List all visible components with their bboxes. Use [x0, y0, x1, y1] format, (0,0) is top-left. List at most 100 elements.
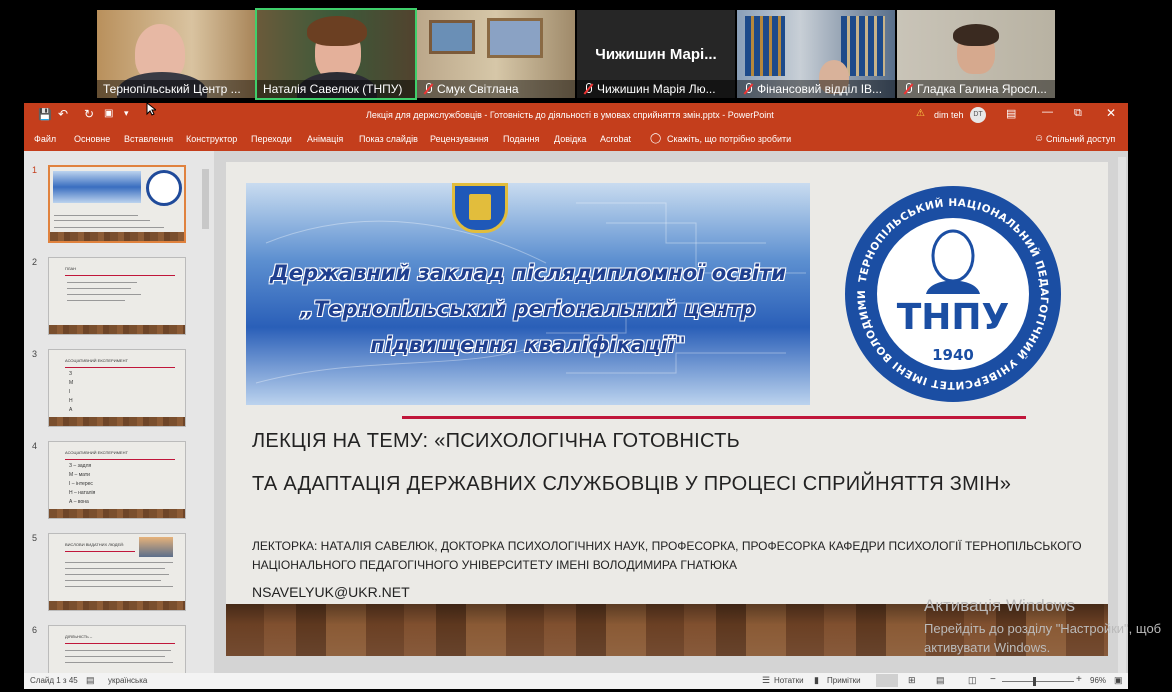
- participant-tile[interactable]: Тернопільський Центр ...: [97, 10, 255, 98]
- activation-line-1: Перейдіть до розділу "Настройки", щоб: [924, 621, 1162, 636]
- undo-icon[interactable]: ↶: [58, 107, 68, 121]
- thumbnail-image: [139, 537, 173, 557]
- thumbnail-item: М: [69, 380, 74, 386]
- thumbnail-item: Н – наталія: [69, 490, 96, 496]
- tab-help[interactable]: Довідка: [554, 134, 586, 144]
- binders-shelf: [841, 16, 885, 76]
- participant-tile[interactable]: Чижишин Марі... Чижишин Марія Лю...: [577, 10, 735, 98]
- present-icon[interactable]: ▣: [104, 108, 113, 119]
- participant-tile[interactable]: Гладка Галина Яросл...: [897, 10, 1055, 98]
- comments-icon: ▮: [814, 675, 819, 685]
- slide-title-line-1: ЛЕКЦІЯ НА ТЕМУ: «ПСИХОЛОГІЧНА ГОТОВНІСТЬ: [252, 430, 741, 452]
- tab-view[interactable]: Подання: [503, 134, 539, 144]
- language-status[interactable]: українська: [108, 676, 147, 685]
- participant-video: [307, 16, 367, 46]
- slide-scrollbar[interactable]: [1118, 157, 1126, 673]
- thumbnail-text: [65, 562, 173, 563]
- slide-thumbnail-3[interactable]: АСОЦІАТИВНИЙ ЕКСПЕРИМЕНТ З М І Н А: [48, 349, 186, 427]
- comments-button[interactable]: Примітки: [827, 676, 861, 685]
- tab-animations[interactable]: Анімація: [307, 134, 343, 144]
- thumbnail-text: [67, 294, 141, 295]
- thumbnail-text: [65, 580, 161, 581]
- participant-name: Смук Світлана: [417, 80, 575, 98]
- tab-home[interactable]: Основне: [74, 134, 110, 144]
- thumbnail-number: 5: [32, 533, 38, 543]
- thumbnail-rule: [65, 643, 175, 644]
- tnpu-logo: ТЕРНОПІЛЬСЬКИЙ НАЦІОНАЛЬНИЙ ПЕДАГОГІЧНИЙ…: [838, 184, 1061, 402]
- slide-sorter-icon[interactable]: ⊞: [908, 675, 916, 686]
- tab-transitions[interactable]: Переходи: [251, 134, 292, 144]
- thumbnail-title: ВИСЛОВИ ВИДАТНИХ ЛЮДЕЙ:: [65, 542, 125, 547]
- minimize-icon[interactable]: —: [1042, 106, 1053, 118]
- slide-thumbnails-pane: 1 2 ПЛАН 3 АСОЦІАТИВНИЙ ЕКСПЕРИМЕНТ З М: [24, 151, 212, 673]
- tab-file[interactable]: Файл: [34, 134, 56, 144]
- thumbnail-banner: [53, 171, 141, 203]
- thumbnail-text: [54, 227, 164, 228]
- thumbnail-scrollbar[interactable]: [201, 157, 210, 671]
- slide-thumbnail-6[interactable]: ДІЯЛЬНІСТЬ –: [48, 625, 186, 673]
- slideshow-view-icon[interactable]: ◫: [968, 675, 977, 686]
- tab-insert[interactable]: Вставлення: [124, 134, 173, 144]
- ribbon-tabs: Файл Основне Вставлення Конструктор Пере…: [24, 127, 1128, 151]
- ribbon-options-icon[interactable]: ▤: [1006, 107, 1016, 120]
- banner-line-1: Державний заклад післядипломної освіти: [270, 261, 786, 285]
- current-slide[interactable]: Державний заклад післядипломної освіти „…: [226, 162, 1108, 656]
- zoom-slider-thumb[interactable]: [1033, 677, 1036, 686]
- participant-name: Фінансовий відділ ІВ...: [737, 80, 895, 98]
- mic-muted-icon: [743, 83, 753, 95]
- tab-acrobat[interactable]: Acrobat: [600, 134, 631, 144]
- thumbnail-floor: [50, 232, 184, 241]
- tell-me-search[interactable]: Скажіть, що потрібно зробити: [667, 134, 791, 144]
- share-icon: ☺: [1034, 133, 1045, 144]
- notes-icon: ☰: [762, 675, 771, 685]
- user-avatar[interactable]: DT: [970, 107, 986, 123]
- fit-slide-icon[interactable]: ▣: [1114, 675, 1123, 686]
- spellcheck-icon[interactable]: ▤: [86, 675, 95, 686]
- user-name: dim teh: [934, 110, 964, 120]
- thumbnail-text: [65, 656, 165, 657]
- notes-button[interactable]: Нотатки: [774, 676, 804, 685]
- share-button[interactable]: Спільний доступ: [1046, 134, 1115, 144]
- thumbnail-text: [54, 220, 150, 221]
- slide-thumbnail-5[interactable]: ВИСЛОВИ ВИДАТНИХ ЛЮДЕЙ:: [48, 533, 186, 611]
- scrollbar-thumb[interactable]: [202, 169, 209, 229]
- customize-toolbar-icon[interactable]: ▾: [124, 108, 129, 119]
- tab-slideshow[interactable]: Показ слайдів: [359, 134, 418, 144]
- slide-canvas: Державний заклад післядипломної освіти „…: [214, 151, 1128, 673]
- restore-icon[interactable]: ⧉: [1074, 107, 1082, 120]
- logo-year: 1940: [932, 346, 974, 364]
- title-bar: 💾 ↶ ↻ ▣ ▾ Лекція для держслужбовців - Го…: [24, 103, 1128, 127]
- zoom-slider[interactable]: [1002, 681, 1074, 682]
- emblem-icon: [469, 194, 491, 220]
- thumbnail-text: [67, 282, 137, 283]
- window-title: Лекція для держслужбовців - Готовність д…: [366, 110, 774, 120]
- thumbnail-text: [54, 215, 138, 216]
- participant-tile-active[interactable]: Наталія Савелюк (ТНПУ): [255, 8, 417, 100]
- zoom-out-icon[interactable]: −: [990, 674, 996, 685]
- close-icon[interactable]: ✕: [1106, 106, 1116, 120]
- wall-picture: [429, 20, 475, 54]
- zoom-in-icon[interactable]: +: [1076, 674, 1082, 685]
- tab-review[interactable]: Рецензування: [430, 134, 489, 144]
- thumbnail-text: [65, 568, 165, 569]
- thumbnail-item: А – вона: [69, 499, 89, 505]
- redo-icon[interactable]: ↻: [84, 107, 94, 121]
- slide-thumbnail-2[interactable]: ПЛАН: [48, 257, 186, 335]
- logo-abbrev: ТНПУ: [897, 297, 1010, 338]
- save-icon[interactable]: 💾: [38, 108, 52, 121]
- thumbnail-floor: [49, 325, 185, 334]
- participant-tile[interactable]: Смук Світлана: [417, 10, 575, 98]
- participant-name: Наталія Савелюк (ТНПУ): [257, 80, 415, 98]
- reading-view-icon[interactable]: ▤: [936, 675, 945, 686]
- lecturer-line-2: НАЦІОНАЛЬНОГО ПЕДАГОГІЧНОГО УНІВЕРСИТЕТУ…: [252, 558, 738, 572]
- thumbnail-floor: [49, 601, 185, 610]
- thumbnail-rule: [65, 367, 175, 368]
- slide-thumbnail-1[interactable]: [48, 165, 186, 243]
- thumbnail-text: [65, 662, 173, 663]
- thumbnail-title: ПЛАН: [65, 266, 77, 271]
- participant-tile[interactable]: Фінансовий відділ ІВ...: [737, 10, 895, 98]
- slide-thumbnail-4[interactable]: АСОЦІАТИВНИЙ ЕКСПЕРИМЕНТ З – задля М – м…: [48, 441, 186, 519]
- tab-design[interactable]: Конструктор: [186, 134, 237, 144]
- normal-view-icon[interactable]: [876, 674, 898, 687]
- zoom-level[interactable]: 96%: [1090, 676, 1106, 685]
